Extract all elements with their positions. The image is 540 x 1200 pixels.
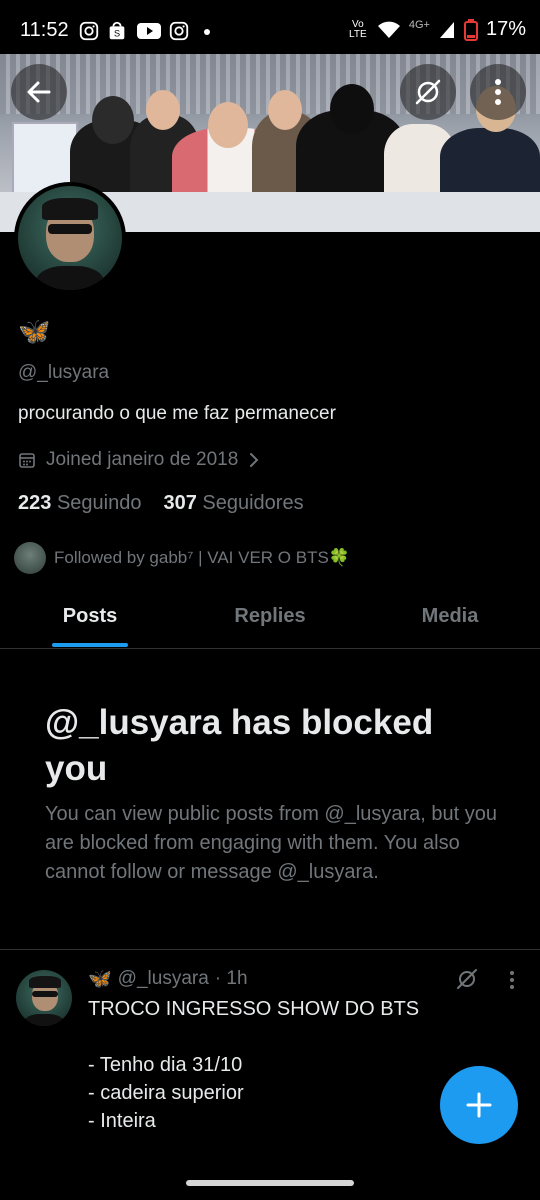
battery-icon	[463, 18, 478, 41]
joined-date: Joined janeiro de 2018	[46, 449, 239, 470]
banner-person-head	[268, 90, 302, 130]
tab-replies[interactable]: Replies	[180, 605, 360, 628]
grok-icon[interactable]	[456, 968, 478, 990]
tab-posts[interactable]: Posts	[0, 605, 180, 628]
shopping-bag-icon: S	[109, 21, 125, 40]
more-options-button[interactable]	[470, 64, 526, 120]
blocked-title: @_lusyara has blocked you	[45, 703, 434, 788]
following-label: Seguindo	[56, 492, 142, 514]
back-button[interactable]	[11, 64, 67, 120]
chevron-right-icon	[250, 453, 259, 467]
followed-by-row[interactable]: Followed by gabb⁷ | VAI VER O BTS🍀	[14, 542, 350, 574]
following-count: 223	[18, 492, 52, 514]
tab-media[interactable]: Media	[360, 605, 540, 628]
instagram-icon	[79, 21, 99, 41]
divider	[0, 949, 540, 950]
home-indicator[interactable]	[186, 1180, 354, 1186]
notification-dot-icon	[204, 29, 210, 35]
svg-text:S: S	[114, 29, 120, 39]
battery-percent: 17%	[485, 18, 526, 40]
grok-button[interactable]	[400, 64, 456, 120]
youtube-icon	[137, 23, 161, 39]
followers-link[interactable]: 307 Seguidores	[163, 492, 303, 515]
profile-bio: procurando o que me faz permanecer	[18, 403, 336, 424]
followers-count: 307	[163, 492, 197, 514]
followed-by-text: Followed by gabb⁷ | VAI VER O BTS🍀	[54, 548, 350, 567]
avatar-body	[24, 1014, 64, 1026]
instagram-icon	[169, 21, 189, 41]
compose-button[interactable]	[440, 1066, 518, 1144]
more-vertical-icon	[495, 79, 501, 105]
post-more-icon[interactable]	[508, 970, 516, 990]
banner-person-head	[146, 90, 180, 130]
post-time: · 1h	[214, 968, 248, 989]
avatar-hair	[42, 198, 98, 220]
sunglasses-icon	[32, 991, 58, 997]
banner-person-head	[208, 102, 248, 148]
signal-icon	[439, 21, 454, 38]
post-author-handle[interactable]: @_lusyara	[118, 968, 209, 990]
banner-person	[440, 128, 540, 200]
status-time: 11:52	[20, 19, 69, 41]
plus-icon	[466, 1092, 492, 1118]
post-header: 🦋 @_lusyara · 1h	[88, 967, 248, 991]
follower-avatar	[14, 542, 46, 574]
post-author-name[interactable]: 🦋	[88, 967, 112, 991]
profile-handle: @_lusyara	[18, 362, 110, 383]
post-text[interactable]: TROCO INGRESSO SHOW DO BTS - Tenho dia 3…	[88, 995, 428, 1135]
following-link[interactable]: 223 Seguindo	[18, 492, 141, 515]
status-right: Vo LTE 4G+ 17%	[347, 18, 526, 41]
follow-stats: 223 Seguindo 307 Seguidores	[18, 492, 304, 515]
display-name: 🦋	[18, 316, 51, 346]
avatar-body	[36, 266, 104, 290]
sunglasses-icon	[48, 224, 92, 234]
grok-icon	[415, 79, 441, 105]
joined-date-row[interactable]: Joined janeiro de 2018	[18, 449, 260, 471]
blocked-description: You can view public posts from @_lusyara…	[45, 803, 498, 883]
wifi-icon	[377, 21, 400, 38]
profile-avatar[interactable]	[14, 182, 126, 294]
followers-label: Seguidores	[202, 492, 304, 514]
active-tab-indicator	[52, 643, 128, 647]
network-type: 4G+	[408, 18, 430, 31]
calendar-icon	[19, 453, 35, 468]
status-bar: 11:52 S Vo LTE 4G+ 17%	[0, 0, 540, 60]
profile-tabs: Posts Replies Media	[0, 590, 540, 649]
avatar-hair	[29, 976, 61, 988]
banner-person-head	[92, 96, 134, 144]
volte-icon: Vo LTE	[349, 18, 367, 40]
post-avatar[interactable]	[16, 970, 72, 1026]
banner-person-head	[330, 84, 374, 134]
back-arrow-icon	[27, 81, 51, 103]
